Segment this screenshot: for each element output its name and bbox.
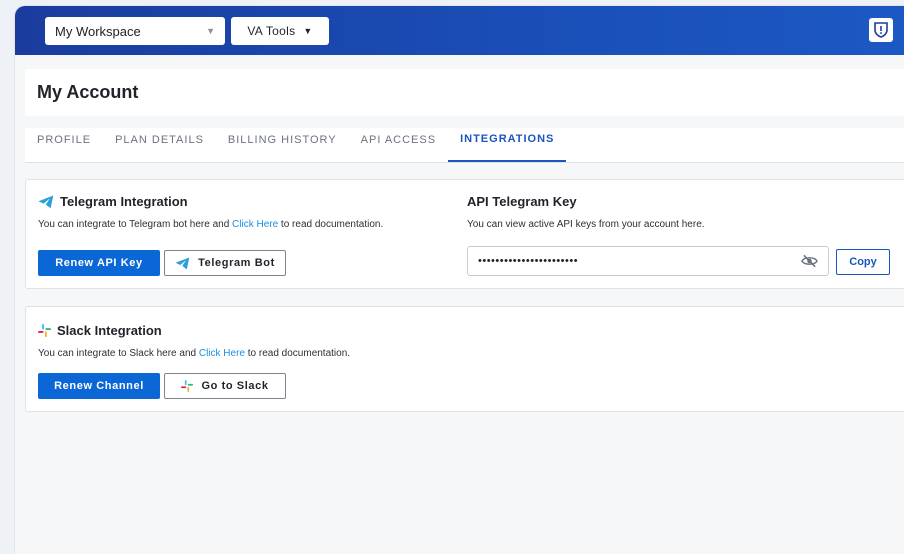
caret-down-icon: ▼ [303, 26, 313, 36]
telegram-bot-button[interactable]: Telegram Bot [164, 250, 286, 276]
slack-title-row: Slack Integration [38, 323, 162, 338]
telegram-plane-icon [38, 195, 54, 209]
telegram-bot-label: Telegram Bot [198, 257, 275, 269]
slack-title: Slack Integration [57, 323, 162, 338]
shield-icon[interactable] [869, 18, 893, 42]
api-key-title: API Telegram Key [467, 194, 577, 209]
tab-integrations[interactable]: INTEGRATIONS [448, 127, 567, 162]
app-window: My Workspace ▼ VA Tools ▼ My Account PRO… [15, 6, 904, 554]
workspace-select[interactable]: My Workspace ▼ [45, 17, 225, 45]
page-header: My Account [25, 69, 904, 116]
telegram-plane-icon [175, 256, 190, 270]
slack-docs-link[interactable]: Click Here [199, 348, 245, 359]
telegram-docs-link[interactable]: Click Here [232, 219, 278, 230]
go-to-slack-label: Go to Slack [201, 380, 269, 392]
telegram-title-row: Telegram Integration [38, 194, 188, 209]
api-key-value: ••••••••••••••••••••••• [478, 255, 579, 267]
telegram-title: Telegram Integration [60, 194, 188, 209]
account-tabs: PROFILE PLAN DETAILS BILLING HISTORY API… [25, 128, 904, 163]
va-tools-button[interactable]: VA Tools ▼ [231, 17, 329, 45]
tab-profile[interactable]: PROFILE [37, 127, 103, 162]
tab-billing-history[interactable]: BILLING HISTORY [216, 127, 349, 162]
telegram-desc-tail: to read documentation. [278, 219, 384, 230]
renew-channel-button[interactable]: Renew Channel [38, 373, 160, 399]
slack-icon [181, 380, 194, 392]
slack-integration-card: Slack Integration You can integrate to S… [25, 306, 904, 412]
telegram-integration-card: Telegram Integration You can integrate t… [25, 179, 904, 289]
telegram-desc-text: You can integrate to Telegram bot here a… [38, 219, 233, 230]
slack-description: You can integrate to Slack here and Clic… [38, 348, 350, 359]
api-key-field[interactable]: ••••••••••••••••••••••• [467, 246, 829, 276]
workspace-select-value: My Workspace [55, 23, 141, 39]
slack-desc-text: You can integrate to Slack here and [38, 348, 199, 359]
tab-plan-details[interactable]: PLAN DETAILS [103, 127, 216, 162]
slack-desc-tail: to read documentation. [244, 348, 351, 359]
telegram-description: You can integrate to Telegram bot here a… [38, 219, 383, 230]
renew-api-key-button[interactable]: Renew API Key [38, 250, 160, 276]
top-bar: My Workspace ▼ VA Tools ▼ [15, 6, 904, 55]
api-key-description: You can view active API keys from your a… [467, 219, 705, 230]
va-tools-label: VA Tools [247, 24, 296, 38]
copy-key-button[interactable]: Copy [836, 249, 890, 275]
slack-icon [38, 324, 51, 337]
chevron-down-icon: ▼ [206, 26, 215, 36]
eye-off-icon[interactable] [801, 254, 818, 268]
go-to-slack-button[interactable]: Go to Slack [164, 373, 286, 399]
tab-api-access[interactable]: API ACCESS [349, 127, 448, 162]
page-title: My Account [37, 82, 139, 102]
